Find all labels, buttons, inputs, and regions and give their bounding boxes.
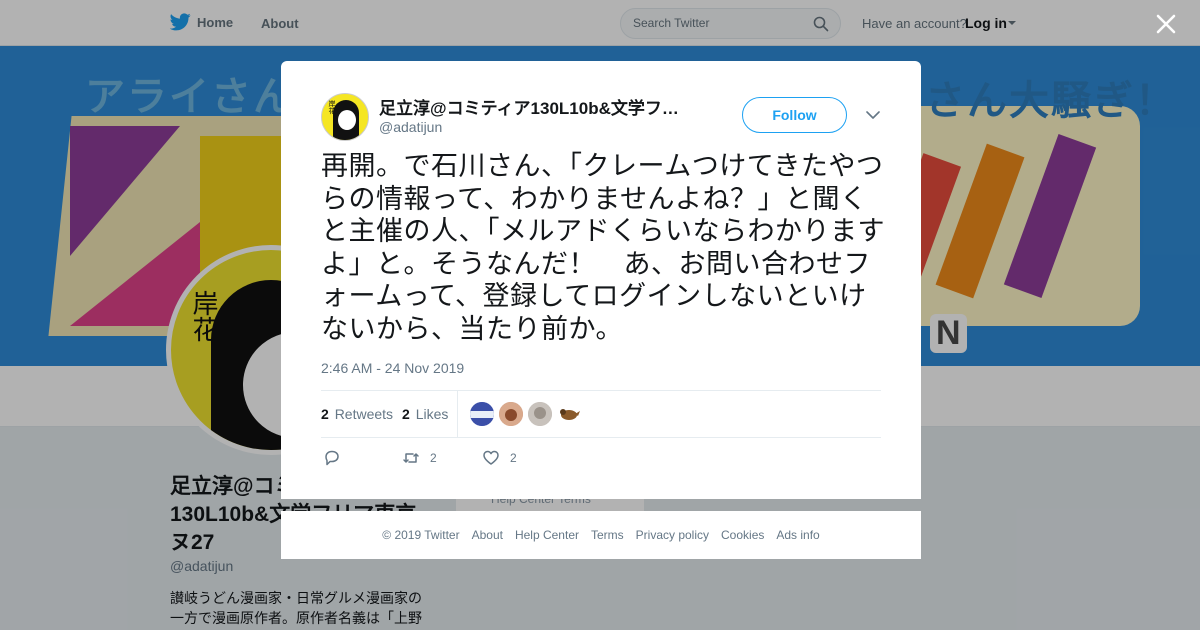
avatar-text: 岸花 [328,100,335,114]
reply-action[interactable] [323,449,351,467]
footer-link-cookies[interactable]: Cookies [721,528,764,542]
retweet-icon [403,453,419,463]
likes-stat[interactable]: 2 Likes [402,406,448,422]
likes-count: 2 [402,406,410,422]
liker-avatar[interactable] [470,402,494,426]
heart-icon [483,450,499,465]
author-avatar[interactable]: 岸花 [321,93,369,141]
bird-icon [560,409,580,420]
retweets-stat[interactable]: 2 Retweets [321,406,393,422]
footer-link-about[interactable]: About [472,528,503,542]
liker-avatar-image [499,402,523,426]
like-count: 2 [510,451,517,465]
tweet-text: 再開。で石川さん、「クレームつけてきたやつらの情報って、わかりませんよね？」と聞… [321,151,885,345]
footer-link-terms[interactable]: Terms [591,528,624,542]
footer-link-help-center[interactable]: Help Center [515,528,579,542]
avatar-face [338,110,356,130]
reply-icon [325,450,339,466]
tweet-stats: 2 Retweets 2 Likes [321,390,881,438]
footer-copyright: © 2019 Twitter [382,528,460,542]
chevron-down-icon[interactable] [866,110,880,120]
close-modal-button[interactable] [1154,12,1178,36]
like-action[interactable]: 2 [482,449,517,467]
footer-link-privacy[interactable]: Privacy policy [636,528,709,542]
tweet-modal: 岸花 足立淳@コミティア130L10b&文学フリマ東京ヌ27 @adatijun… [281,61,921,499]
stats-divider [457,391,458,438]
follow-button[interactable]: Follow [742,97,847,133]
likes-label: Likes [415,406,449,422]
retweet-action[interactable]: 2 [402,449,437,467]
close-icon [1156,14,1176,34]
tweet-timestamp[interactable]: 2:46 AM - 24 Nov 2019 [321,360,464,376]
retweet-count: 2 [430,451,437,465]
liker-avatar-image [528,402,552,426]
modal-footer: © 2019 Twitter About Help Center Terms P… [281,511,921,559]
liker-avatar-image [470,402,494,426]
liker-avatar[interactable] [557,402,581,426]
liker-avatar[interactable] [528,402,552,426]
tweet-actions: 2 2 [321,449,621,473]
liker-avatar[interactable] [499,402,523,426]
footer-link-ads-info[interactable]: Ads info [776,528,819,542]
retweets-count: 2 [321,406,329,422]
author-handle[interactable]: @adatijun [379,119,442,135]
retweets-label: Retweets [334,406,394,422]
author-name[interactable]: 足立淳@コミティア130L10b&文学フリマ東京ヌ27 [379,94,689,119]
